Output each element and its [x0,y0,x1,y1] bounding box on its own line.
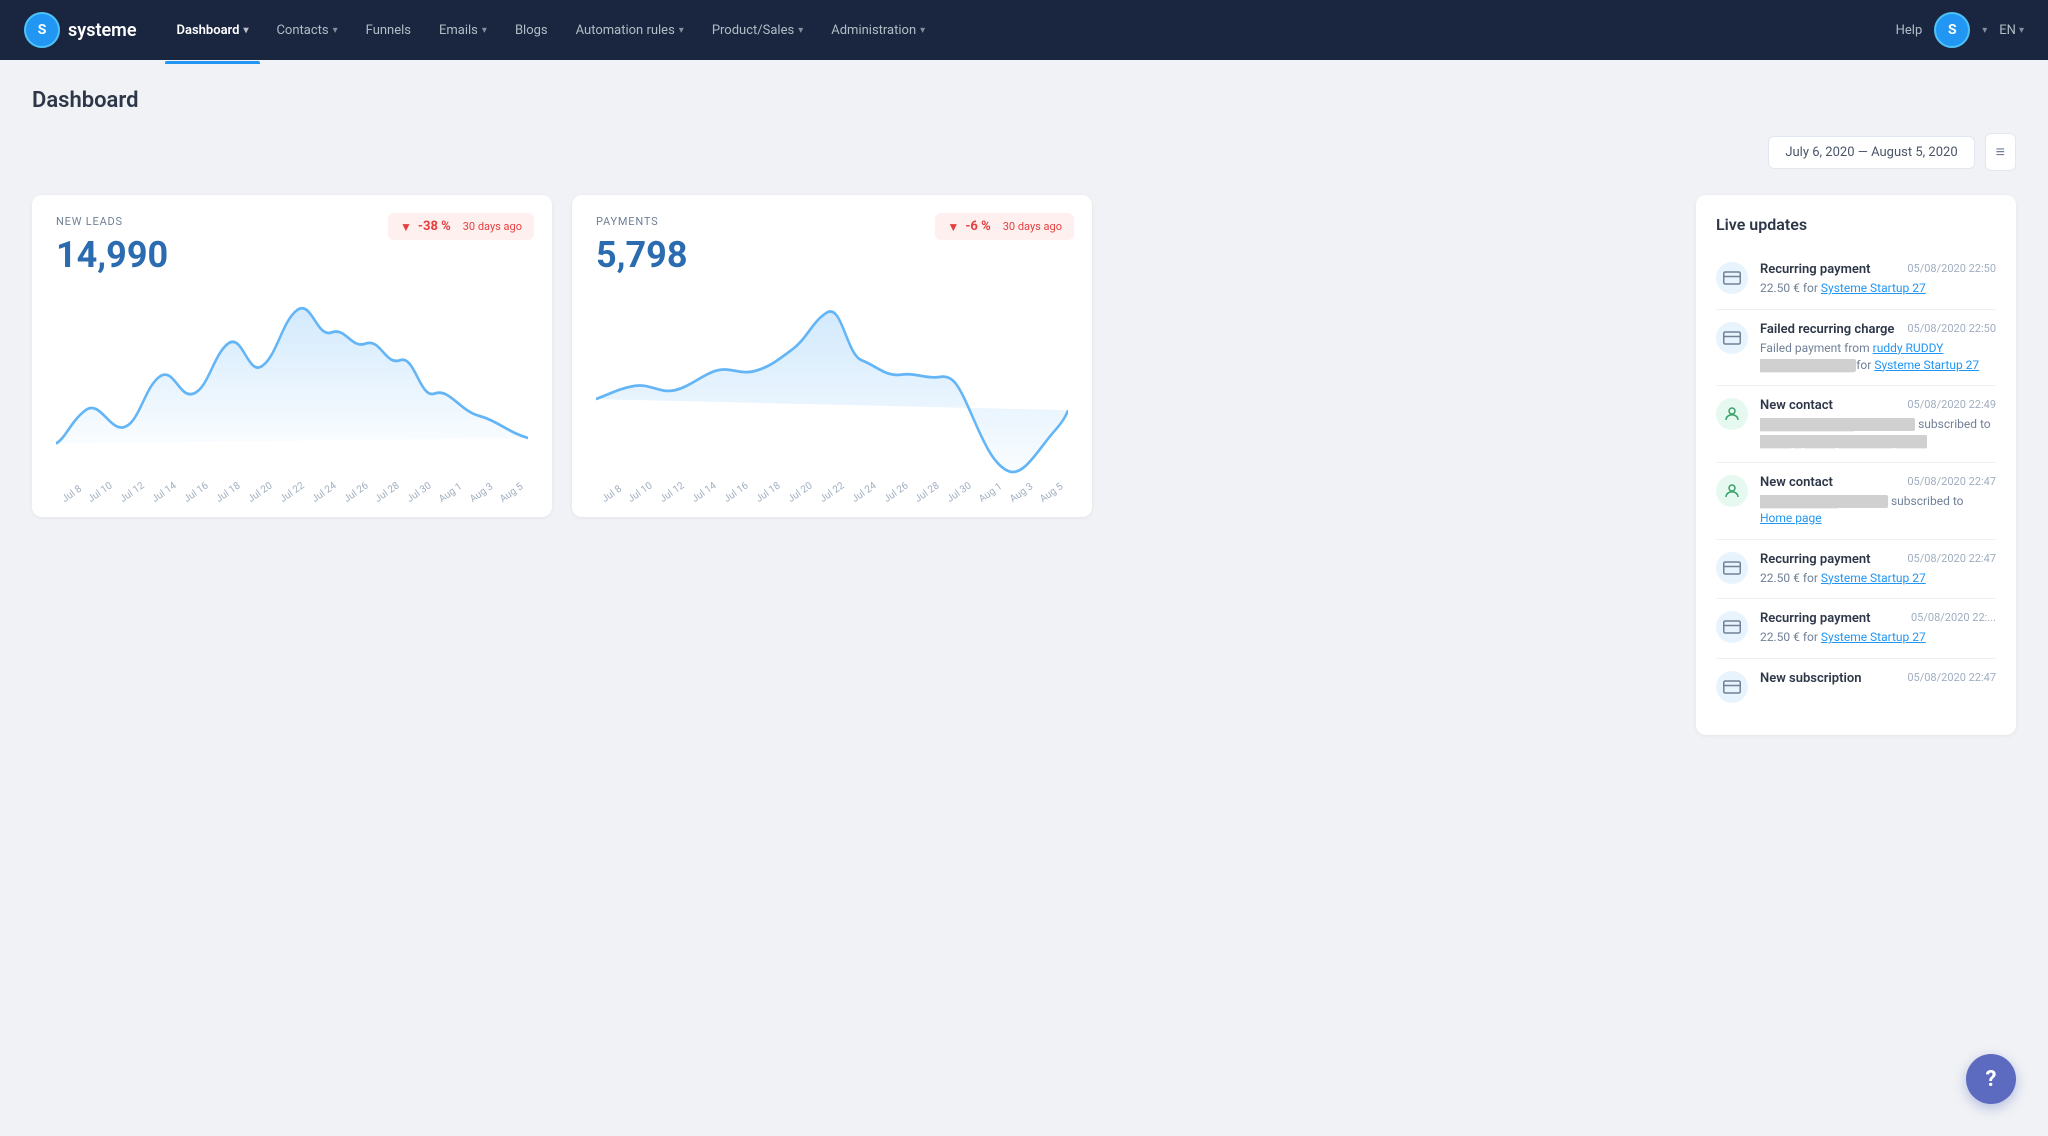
home-page-link[interactable]: Home page [1760,511,1822,525]
navbar: S systeme Dashboard ▾ Contacts ▾ Funnels… [0,0,2048,60]
subscription-icon [1716,671,1748,703]
nav-right: Help S ▾ EN ▾ [1896,12,2024,48]
nav-item-administration[interactable]: Administration ▾ [819,15,937,46]
filter-icon: ≡ [1996,142,2005,161]
main-content: Dashboard July 6, 2020 — August 5, 2020 … [0,60,2048,763]
date-range-picker[interactable]: July 6, 2020 — August 5, 2020 [1768,136,1974,169]
new-leads-card: NEW LEADS 14,990 ▼ -38 % 30 days ago [32,195,552,517]
payments-value: 5,798 [596,234,1068,276]
update-item: Failed recurring charge 05/08/2020 22:50… [1716,310,1996,387]
page-title: Dashboard [32,88,2016,113]
update-item: Recurring payment 05/08/2020 22:47 22.50… [1716,540,1996,600]
new-leads-badge: ▼ -38 % 30 days ago [388,213,534,240]
update-content: Recurring payment 05/08/2020 22:47 22.50… [1760,552,1996,587]
chevron-down-icon: ▾ [482,25,487,36]
update-item: New subscription 05/08/2020 22:47 [1716,659,1996,715]
nav-item-automation[interactable]: Automation rules ▾ [564,15,696,46]
chevron-down-icon: ▾ [679,25,684,36]
new-contact-icon [1716,398,1748,430]
update-content: Recurring payment 05/08/2020 22:50 22.50… [1760,262,1996,297]
payments-card: PAYMENTS 5,798 ▼ -6 % 30 days ago [572,195,1092,517]
live-updates-title: Live updates [1716,215,1996,234]
nav-item-blogs[interactable]: Blogs [503,15,560,46]
update-content: New contact 05/08/2020 22:49 ███████████… [1760,398,1996,450]
logo-icon: S [24,12,60,48]
avatar-chevron-icon: ▾ [1982,25,1987,36]
lang-chevron-icon: ▾ [2019,25,2024,36]
payments-badge: ▼ -6 % 30 days ago [935,213,1074,240]
systeme-startup-link[interactable]: Systeme Startup 27 [1821,281,1926,295]
update-item: Recurring payment 05/08/2020 22:... 22.5… [1716,599,1996,659]
redacted-info: ████████████ [1760,359,1856,372]
update-content: Recurring payment 05/08/2020 22:... 22.5… [1760,611,1996,646]
logo[interactable]: S systeme [24,12,137,48]
new-contact-icon-2 [1716,475,1748,507]
dashboard-layout: NEW LEADS 14,990 ▼ -38 % 30 days ago [32,195,2016,735]
new-leads-chart [56,288,528,488]
nav-item-product-sales[interactable]: Product/Sales ▾ [700,15,815,46]
live-updates-panel: Live updates Recurring payment 05/08/202… [1696,195,2016,735]
payments-chart [596,288,1068,488]
chevron-down-icon: ▾ [920,25,925,36]
leads-x-axis: Jul 8 Jul 10 Jul 12 Jul 14 Jul 16 Jul 18… [56,496,528,507]
filter-button[interactable]: ≡ [1985,133,2016,171]
update-item: New contact 05/08/2020 22:49 ███████████… [1716,386,1996,463]
payment-icon-2 [1716,552,1748,584]
update-content: Failed recurring charge 05/08/2020 22:50… [1760,322,1996,374]
failed-payment-icon [1716,322,1748,354]
redacted-email-2: ██████████@yahoo.fr [1760,495,1888,508]
systeme-startup-link-4[interactable]: Systeme Startup 27 [1821,630,1926,644]
payments-x-axis: Jul 8 Jul 10 Jul 12 Jul 14 Jul 16 Jul 18… [596,496,1068,507]
down-arrow-icon: ▼ [947,220,959,234]
update-item: Recurring payment 05/08/2020 22:50 22.50… [1716,250,1996,310]
down-arrow-icon: ▼ [400,220,412,234]
systeme-startup-link-3[interactable]: Systeme Startup 27 [1821,571,1926,585]
logo-text: systeme [68,20,137,41]
ruddy-link[interactable]: ruddy RUDDY [1873,341,1944,355]
nav-item-dashboard[interactable]: Dashboard ▾ [165,15,261,46]
nav-items: Dashboard ▾ Contacts ▾ Funnels Emails ▾ … [165,15,1888,46]
charts-section: NEW LEADS 14,990 ▼ -38 % 30 days ago [32,195,1672,517]
nav-item-emails[interactable]: Emails ▾ [427,15,499,46]
nav-help-link[interactable]: Help [1896,23,1923,38]
update-content: New subscription 05/08/2020 22:47 [1760,671,1996,703]
nav-item-contacts[interactable]: Contacts ▾ [264,15,349,46]
systeme-startup-link-2[interactable]: Systeme Startup 27 [1874,358,1979,372]
top-controls: July 6, 2020 — August 5, 2020 ≡ [32,133,2016,171]
chevron-down-icon: ▾ [243,25,248,36]
new-leads-value: 14,990 [56,234,528,276]
user-avatar[interactable]: S [1934,12,1970,48]
help-fab-button[interactable]: ? [1966,1054,2016,1104]
update-item: New contact 05/08/2020 22:47 ██████████@… [1716,463,1996,540]
language-selector[interactable]: EN ▾ [1999,23,2024,38]
nav-item-funnels[interactable]: Funnels [354,15,423,46]
payment-icon [1716,262,1748,294]
payment-icon-3 [1716,611,1748,643]
chevron-down-icon: ▾ [798,25,803,36]
redacted-email: ████████████@gmail.com [1760,418,1915,431]
chevron-down-icon: ▾ [333,25,338,36]
redacted-page: ████ █ ████ ███████ ████ [1760,435,1927,448]
update-content: New contact 05/08/2020 22:47 ██████████@… [1760,475,1996,527]
